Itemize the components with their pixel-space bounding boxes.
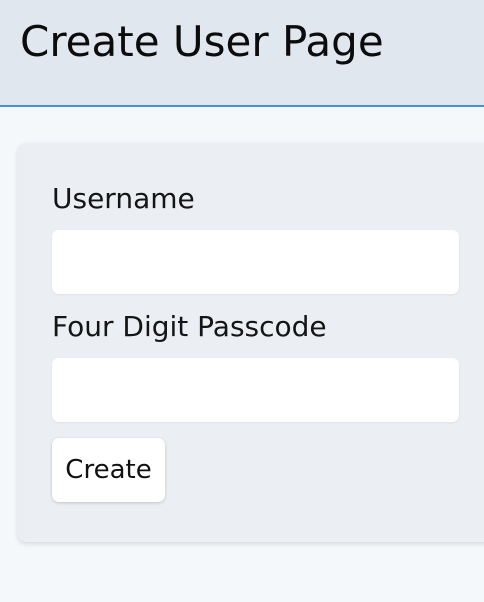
username-input[interactable]: [52, 230, 459, 294]
create-user-form: Username Four Digit Passcode Create: [18, 143, 484, 542]
passcode-input[interactable]: [52, 358, 459, 422]
passcode-label: Four Digit Passcode: [52, 310, 327, 343]
create-button[interactable]: Create: [52, 438, 165, 502]
page-header: Create User Page: [0, 0, 484, 107]
page-title: Create User Page: [20, 17, 384, 66]
username-label: Username: [52, 182, 195, 215]
